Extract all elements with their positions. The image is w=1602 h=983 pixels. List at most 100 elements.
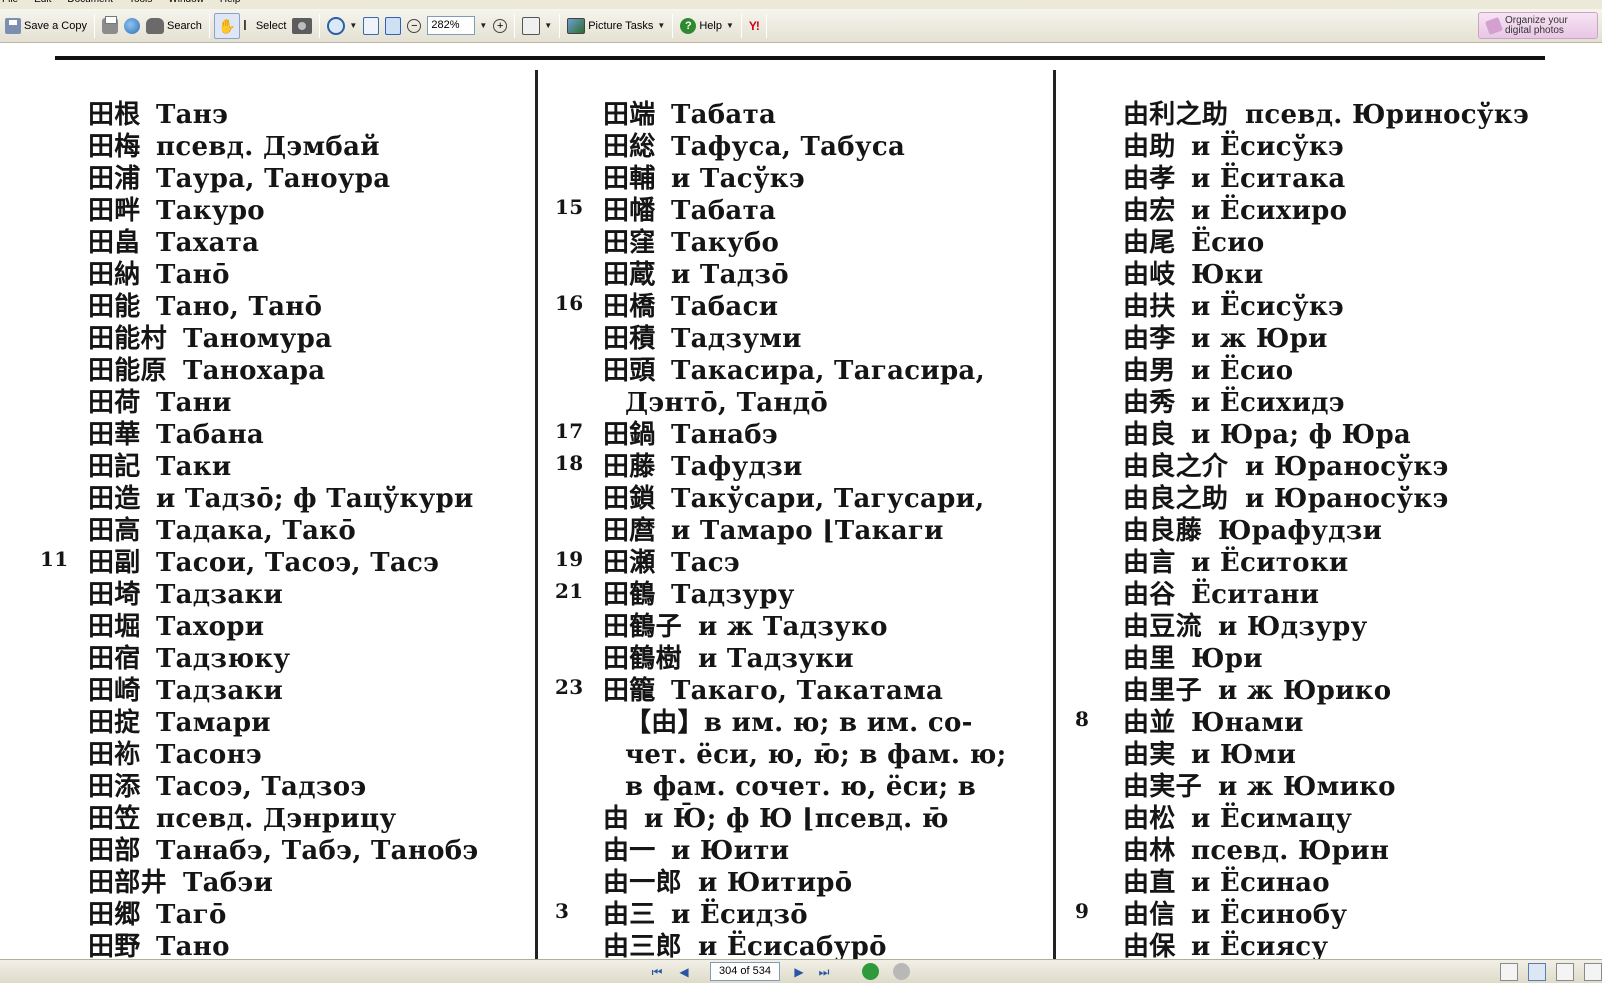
entry-reading: Тафуса, Табуса — [671, 132, 906, 162]
continuous-facing-view-button[interactable] — [1584, 963, 1602, 981]
entry-reading: и Тадзуки — [698, 644, 854, 674]
entry-reading: и Ёсиясу — [1191, 932, 1329, 959]
entry-reading: Тагō — [156, 900, 227, 930]
pages-icon — [522, 16, 541, 35]
entry-kanji: 由松 — [1123, 804, 1176, 834]
page-layout-button[interactable]: ▼ — [519, 13, 555, 39]
document-viewport[interactable]: 田根 Танэ 田梅 псевд. Дэмбай 田浦 Таура, Таноура 田畔 Т… — [0, 43, 1602, 959]
single-page-view-button[interactable] — [1500, 963, 1518, 981]
entry-reading: Ёситани — [1191, 580, 1320, 610]
dictionary-entry: 17 田鍋 Танабэ — [555, 419, 1035, 451]
dictionary-entry: 18 田藤 Тафудзи — [555, 451, 1035, 483]
help-icon: ? — [680, 17, 697, 34]
dictionary-entry: 由言 и Ёситоки — [1075, 547, 1555, 579]
search-button[interactable]: Search — [143, 13, 205, 39]
zoom-level-field[interactable]: 282% ▼ — [424, 13, 490, 39]
entry-reading: Юрафудзи — [1218, 516, 1383, 546]
zoom-level-value[interactable]: 282% — [427, 16, 476, 35]
stroke-count-number: 17 — [555, 419, 584, 443]
dictionary-entry: 田積 Тадзуми — [555, 323, 1035, 355]
entry-kanji: 田窪 — [603, 228, 656, 258]
dictionary-entry: 由男 и Ёсио — [1075, 355, 1555, 387]
forward-view-button[interactable] — [893, 963, 910, 980]
page-number-field[interactable]: 304 of 534 — [710, 962, 780, 981]
fit-width-icon — [385, 16, 402, 35]
zoom-in-button[interactable]: + — [490, 13, 510, 39]
entry-reading: и Ёсихидэ — [1191, 388, 1345, 418]
picture-tasks-button[interactable]: Picture Tasks ▼ — [564, 13, 668, 39]
entry-kanji: 田橋 — [603, 292, 656, 322]
zoom-in-tool-button[interactable]: ▼ — [324, 13, 360, 39]
dictionary-entry: 田鶴樹 и Тадзуки — [555, 643, 1035, 675]
back-view-button[interactable] — [862, 963, 879, 980]
dictionary-entry: 田荷 Тани — [40, 387, 520, 419]
entry-reading: и Юитирō — [698, 868, 853, 898]
entry-kanji: 由言 — [1123, 548, 1176, 578]
dictionary-entry: 由三郎 и Ёсисабурō — [555, 931, 1035, 959]
entry-kanji: 由保 — [1123, 932, 1176, 959]
entry-reading: и Юдзуру — [1218, 612, 1368, 642]
entry-reading: и Юми — [1191, 740, 1297, 770]
hand-tool-button[interactable]: ✋ — [213, 12, 240, 39]
entry-reading: и Ёсинобу — [1191, 900, 1348, 930]
last-page-button[interactable]: ⏭ — [815, 963, 833, 981]
entry-kanji: 田郷 — [88, 900, 141, 930]
binoculars-icon — [145, 17, 164, 34]
dictionary-entry: 田鎖 Такўсари, Тагусари, — [555, 483, 1035, 515]
entry-kanji: 由李 — [1123, 324, 1176, 354]
entry-reading: Таура, Таноура — [156, 164, 391, 194]
menu-item-tools[interactable]: Tools — [129, 0, 152, 5]
entry-reading: Тадзуру — [671, 580, 795, 610]
picture-icon — [567, 17, 586, 34]
entry-kanji: 由男 — [1123, 356, 1176, 386]
entry-kanji: 田添 — [88, 772, 141, 802]
select-tool-button[interactable]: I Select — [240, 13, 290, 39]
fit-width-button[interactable] — [382, 13, 404, 39]
entry-kanji: 田幡 — [603, 196, 656, 226]
chevron-down-icon[interactable]: ▼ — [479, 21, 487, 30]
menu-item-help[interactable]: Help — [220, 0, 241, 5]
fit-page-button[interactable] — [360, 13, 382, 39]
entry-reading: Такубо — [671, 228, 780, 258]
dictionary-entry: 3 由三 и Ёсидзō — [555, 899, 1035, 931]
entry-kanji: 田能原 — [88, 356, 167, 386]
dictionary-entry: 由 и Ю̄; ф Ю ⌊псевд. ю̄ — [555, 803, 1035, 835]
dictionary-entry: 田宿 Тадзюку — [40, 643, 520, 675]
entry-reading: Танабэ, Табэ, Танобэ — [156, 836, 479, 866]
snapshot-button[interactable] — [289, 13, 315, 39]
menu-bar: File Edit Document Tools Window Help — [0, 0, 1602, 9]
entry-kanji: 由三郎 — [603, 932, 682, 959]
first-page-button[interactable]: ⏮ — [648, 963, 666, 981]
yahoo-button[interactable]: Y! — [746, 13, 762, 39]
entry-reading: и Ёсихиро — [1191, 196, 1348, 226]
email-button[interactable] — [121, 13, 143, 39]
entry-kanji: 田瀬 — [603, 548, 656, 578]
dictionary-entry: 由良 и Юра; ф Юра — [1075, 419, 1555, 451]
menu-item-file[interactable]: File — [2, 0, 18, 5]
entry-reading: Табэи — [183, 868, 274, 898]
next-page-button[interactable]: ▶ — [790, 963, 808, 981]
entry-reading: Табата — [671, 196, 777, 226]
entry-reading: Танабэ — [671, 420, 779, 450]
entry-reading: Тадзюку — [156, 644, 291, 674]
save-copy-button[interactable]: Save a Copy — [2, 13, 90, 39]
entry-reading: Юнами — [1191, 708, 1304, 738]
organize-photos-button[interactable]: Organize your digital photos — [1478, 12, 1598, 39]
previous-page-button[interactable]: ◀ — [675, 963, 693, 981]
continuous-view-button[interactable] — [1528, 963, 1546, 981]
entry-kanji: 由直 — [1123, 868, 1176, 898]
menu-item-window[interactable]: Window — [168, 0, 204, 5]
entry-kanji: 田華 — [88, 420, 141, 450]
dictionary-entry: 田蔵 и Тадзō — [555, 259, 1035, 291]
dictionary-entry: 田部 Танабэ, Табэ, Танобэ — [40, 835, 520, 867]
entry-kanji: 田輔 — [603, 164, 656, 194]
help-button[interactable]: ? Help ▼ — [677, 13, 737, 39]
organize-label: Organize your digital photos — [1505, 15, 1568, 36]
organize-label-line2: digital photos — [1505, 24, 1564, 36]
print-button[interactable] — [99, 13, 121, 39]
zoom-out-button[interactable]: − — [404, 13, 424, 39]
menu-item-edit[interactable]: Edit — [34, 0, 51, 5]
facing-view-button[interactable] — [1556, 963, 1574, 981]
menu-item-document[interactable]: Document — [67, 0, 113, 5]
entry-kanji: 田造 — [88, 484, 141, 514]
